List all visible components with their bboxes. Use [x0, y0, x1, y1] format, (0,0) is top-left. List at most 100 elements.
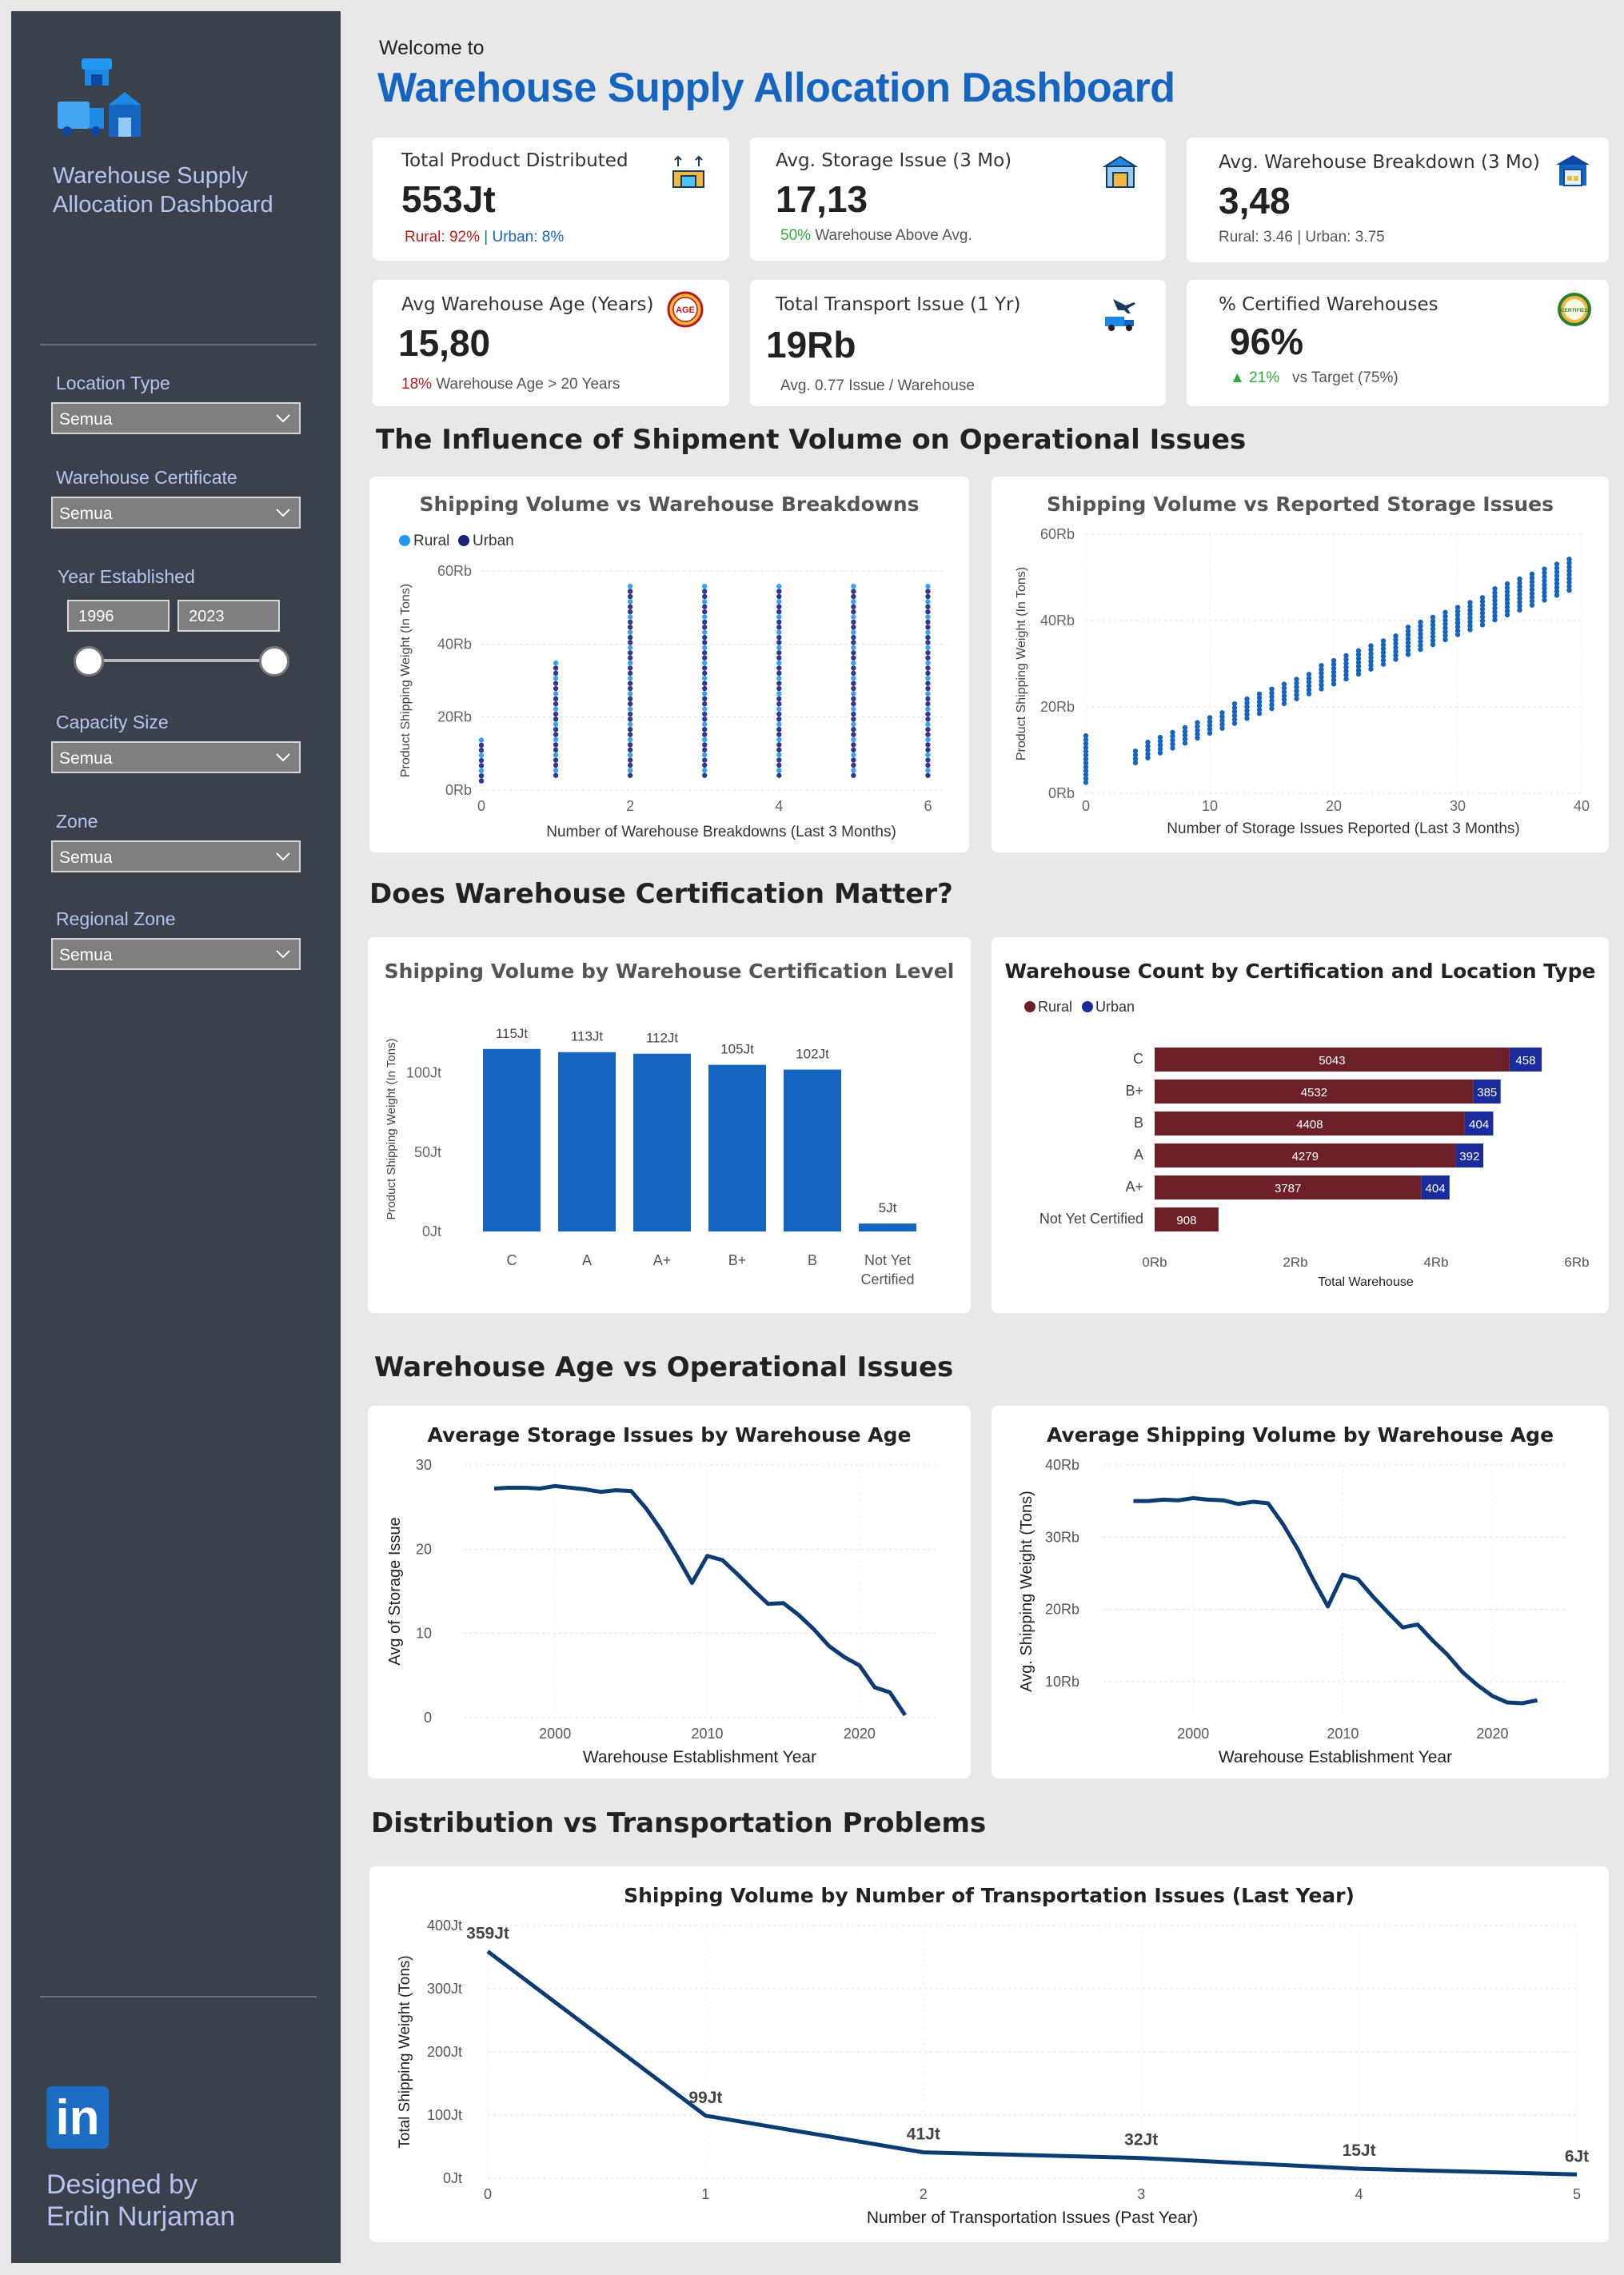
x-tick-label: 10	[1202, 798, 1218, 814]
bar-urban-value: 404	[1426, 1182, 1446, 1195]
y-tick-label: 40Rb	[1045, 1457, 1079, 1473]
scatter-point	[925, 747, 931, 752]
scatter-breakdowns-chart: 0Rb 20Rb 40Rb 60Rb 0 2 4 6 Number of Warehouse B…	[399, 533, 945, 840]
x-tick-label: 2	[920, 2186, 928, 2202]
bar-urban-value: 385	[1477, 1086, 1497, 1100]
point-value-label: 41Jt	[907, 2125, 940, 2144]
section-title-shipment-influence: The Influence of Shipment Volume on Oper…	[376, 424, 1247, 456]
scatter-point	[702, 650, 708, 656]
chevron-down-icon	[276, 852, 290, 861]
age-badge-text: AGE	[676, 305, 695, 315]
point-value-label: 6Jt	[1565, 2147, 1589, 2165]
scatter-point	[776, 696, 782, 702]
year-slider-track[interactable]	[88, 659, 275, 662]
capacity-size-dropdown[interactable]: Semua	[51, 741, 301, 773]
scatter-point	[925, 655, 931, 661]
scatter-point	[851, 685, 856, 692]
y-tick-label: 10	[416, 1626, 432, 1642]
scatter-point	[1331, 657, 1337, 664]
line-age-storage-chart: 0 10 20 30 2000 2010 2020 Warehouse Establishme…	[386, 1457, 936, 1766]
scatter-point	[702, 645, 708, 651]
legend-rural-marker	[1024, 1001, 1035, 1012]
delta-vs-target: ▲ 21%	[1230, 369, 1280, 386]
scatter-point	[776, 676, 782, 681]
scatter-point	[925, 619, 931, 625]
scatter-point	[627, 711, 633, 717]
subtext-note: Warehouse Above Avg.	[815, 227, 972, 244]
scatter-point	[925, 593, 931, 600]
kpi-subtext: ▲ 21% vs Target (75%)	[1230, 369, 1399, 387]
scatter-point	[1195, 720, 1200, 725]
scatter-point	[1294, 677, 1299, 682]
x-axis-label: Number of Transportation Issues (Past Ye…	[867, 2209, 1198, 2227]
kpi-value: 553Jt	[401, 178, 496, 220]
scatter-point	[851, 629, 856, 635]
warehouse-certificate-dropdown[interactable]: Semua	[51, 497, 301, 529]
scatter-point	[1479, 595, 1486, 601]
scatter-point	[925, 604, 931, 609]
scatter-point	[851, 593, 856, 600]
scatter-point	[702, 752, 708, 758]
scatter-point	[702, 701, 708, 707]
chart-card-age-shipping: Average Shipping Volume by Warehouse Age…	[992, 1406, 1609, 1778]
x-tick-label: 30	[1450, 798, 1466, 814]
scatter-point	[851, 599, 856, 605]
scatter-point	[553, 706, 559, 712]
x-tick-label: 6	[924, 798, 932, 814]
bar-value-label: 112Jt	[646, 1031, 679, 1046]
dropdown-value: Semua	[59, 946, 113, 964]
zone-dropdown[interactable]: Semua	[51, 840, 301, 872]
scatter-point	[627, 670, 633, 677]
location-type-dropdown[interactable]: Semua	[51, 402, 301, 434]
kpi-subtext: 18% Warehouse Age > 20 Years	[401, 376, 620, 393]
bar-urban-value: 458	[1515, 1054, 1535, 1068]
scatter-point	[1343, 653, 1349, 659]
x-axis-label: Total Warehouse	[1318, 1275, 1414, 1289]
regional-zone-dropdown[interactable]: Semua	[51, 938, 301, 970]
scatter-point	[776, 757, 782, 763]
scatter-point	[776, 634, 782, 641]
scatter-point	[553, 691, 559, 696]
scatter-point	[702, 625, 708, 630]
year-from-input[interactable]: 1996	[67, 600, 170, 632]
scatter-point	[702, 742, 708, 748]
scatter-point	[553, 768, 559, 773]
scatter-point	[925, 691, 931, 696]
y-category-label: A+	[1125, 1179, 1143, 1195]
scatter-point	[1207, 715, 1213, 720]
scatter-point	[627, 701, 633, 707]
legend-urban-label: Urban	[1095, 999, 1135, 1015]
scatter-point	[925, 701, 931, 707]
scatter-point	[851, 726, 856, 732]
scatter-point	[702, 726, 708, 732]
year-slider-start-handle[interactable]	[74, 646, 104, 677]
scatter-point	[553, 732, 559, 737]
kpi-value: 96%	[1230, 321, 1304, 362]
x-tick-label: 4Rb	[1423, 1255, 1448, 1270]
year-slider-end-handle[interactable]	[259, 646, 289, 677]
y-tick-label: 0Jt	[422, 1223, 441, 1239]
urban-share: Urban: 8%	[492, 229, 565, 245]
scatter-point	[553, 660, 559, 666]
linkedin-icon[interactable]: in	[46, 2086, 109, 2149]
scatter-point	[627, 634, 633, 641]
bar-urban-value: 404	[1469, 1118, 1489, 1132]
scatter-point	[553, 716, 559, 722]
x-tick-label: Certified	[860, 1271, 914, 1287]
scatter-point	[627, 629, 633, 635]
kpi-storage-issue: Avg. Storage Issue (3 Mo) 17,13 50% Ware…	[750, 138, 1166, 261]
scatter-point	[776, 762, 782, 768]
year-to-input[interactable]: 2023	[178, 600, 280, 632]
scatter-point	[702, 599, 708, 605]
chart-card-storage-issues: Shipping Volume vs Reported Storage Issu…	[992, 477, 1609, 852]
scatter-point	[925, 685, 931, 692]
dropdown-value: Semua	[59, 505, 113, 523]
scatter-point	[925, 757, 931, 763]
scatter-point	[1405, 625, 1411, 630]
scatter-point	[627, 691, 633, 696]
x-tick-label: C	[507, 1252, 517, 1268]
scatter-point	[478, 768, 485, 773]
scatter-point	[776, 589, 782, 594]
scatter-point	[702, 736, 708, 743]
section-title-certification: Does Warehouse Certification Matter?	[369, 878, 953, 910]
